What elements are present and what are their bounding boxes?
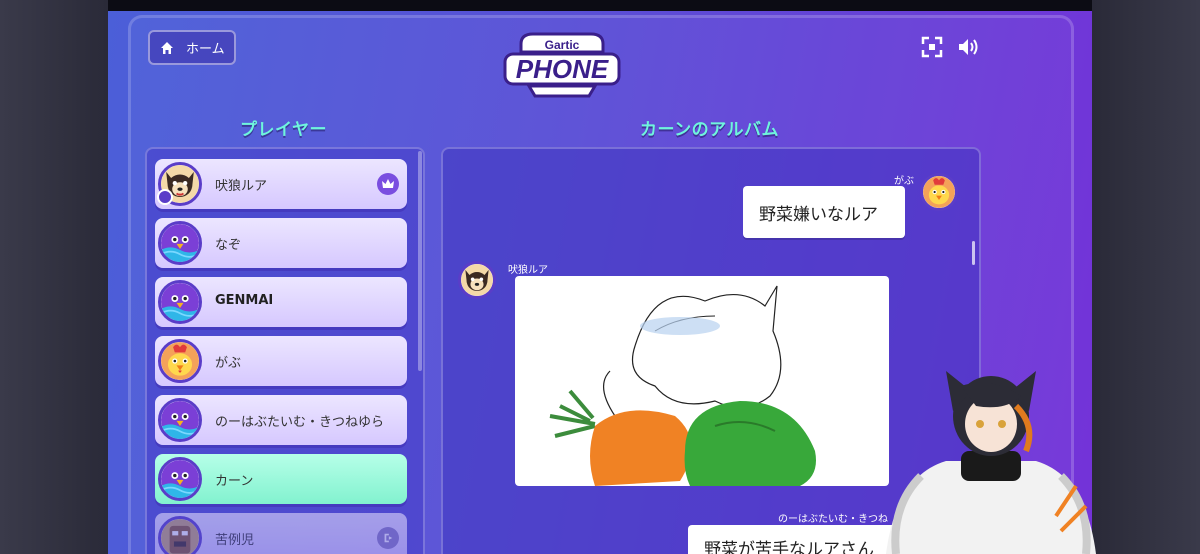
- screen: ホーム Gartic PHONE プレイヤー カーンのアルバム 吠狼ルア なぞ …: [0, 0, 1200, 554]
- message-bubble: 野菜が苦手なルアさん: [688, 525, 908, 554]
- message-author: がぶ: [894, 176, 914, 187]
- bird-avatar-icon: [158, 221, 202, 265]
- player-item-6[interactable]: カーン: [155, 454, 407, 504]
- sketch-drawing: [549, 285, 816, 486]
- player-name: カーン: [215, 474, 254, 489]
- tiki-avatar-icon: [158, 516, 202, 554]
- player-item-4[interactable]: がぶ: [155, 336, 407, 386]
- volume-icon[interactable]: [956, 35, 980, 59]
- player-item-7[interactable]: 苦例児: [155, 513, 407, 554]
- fullscreen-icon[interactable]: [920, 35, 944, 59]
- player-name: なぞ: [215, 238, 242, 253]
- bird-avatar-icon: [158, 457, 202, 501]
- player-item-3[interactable]: GENMAI: [155, 277, 407, 327]
- player-item-1[interactable]: 吠狼ルア: [155, 159, 407, 209]
- rooster-avatar-icon: [920, 173, 958, 211]
- gartic-phone-logo: Gartic PHONE: [503, 32, 621, 98]
- home-label: ホーム: [186, 42, 225, 57]
- top-icons: [920, 35, 980, 59]
- players-scrollbar[interactable]: [418, 151, 422, 371]
- logo-top-text: Gartic: [545, 38, 580, 52]
- message-author: のーはぶたいむ・きつね: [778, 514, 888, 525]
- message-text: 野菜嫌いなルア: [759, 204, 878, 225]
- rooster-avatar-icon: [158, 339, 202, 383]
- bird-avatar-icon: [158, 398, 202, 442]
- vtuber-avatar: [886, 371, 1096, 554]
- player-name: GENMAI: [215, 293, 274, 308]
- home-icon: [161, 41, 173, 54]
- top-black-bar: [108, 0, 1092, 11]
- player-item-5[interactable]: のーはぶたいむ・きつねゆら: [155, 395, 407, 445]
- dog-avatar-icon: [458, 261, 496, 299]
- player-name: 吠狼ルア: [215, 179, 268, 194]
- player-name: 苦例児: [215, 533, 255, 548]
- host-icon: [157, 189, 173, 205]
- home-button[interactable]: ホーム: [148, 30, 236, 65]
- album-scrollbar[interactable]: [972, 241, 975, 265]
- message-text: 野菜が苦手なルアさん: [704, 540, 874, 554]
- album-title: カーンのアルバム: [640, 120, 779, 140]
- message-bubble: 野菜嫌いなルア: [743, 186, 905, 238]
- player-name: のーはぶたいむ・きつねゆら: [215, 415, 385, 430]
- player-item-2[interactable]: なぞ: [155, 218, 407, 268]
- message-author: 吠狼ルア: [508, 265, 548, 276]
- kick-icon[interactable]: [377, 527, 399, 549]
- player-name: がぶ: [215, 356, 242, 371]
- players-title: プレイヤー: [240, 120, 327, 140]
- message-drawing: [515, 276, 889, 486]
- bird-avatar-icon: [158, 280, 202, 324]
- crown-icon: [377, 173, 399, 195]
- logo-main-text: PHONE: [516, 54, 609, 84]
